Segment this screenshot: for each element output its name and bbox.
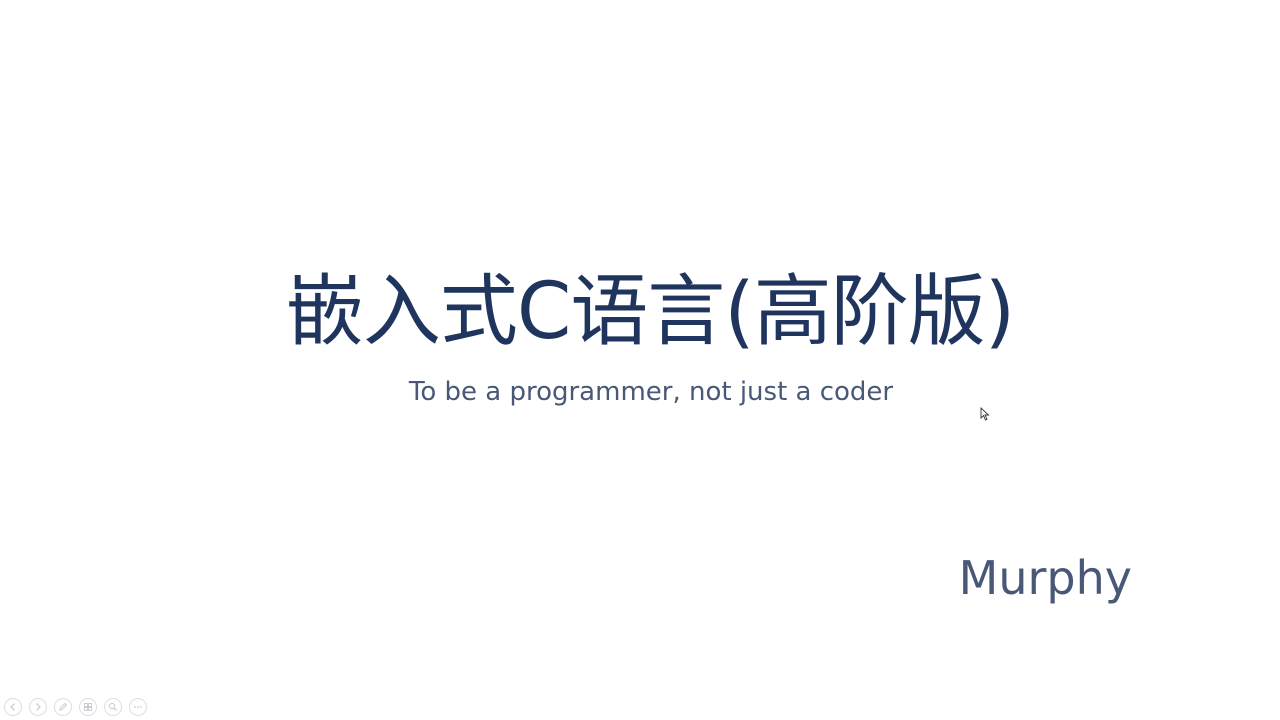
slides-grid-icon[interactable] [79, 698, 97, 716]
mouse-cursor-icon [980, 407, 990, 421]
slide-title: 嵌入式C语言(高阶版) [285, 267, 1015, 357]
slide-author: Murphy [958, 551, 1132, 605]
presentation-slide[interactable]: 嵌入式C语言(高阶版) To be a programmer, not just… [0, 0, 1280, 720]
zoom-icon[interactable] [104, 698, 122, 716]
pen-icon[interactable] [54, 698, 72, 716]
previous-icon[interactable] [4, 698, 22, 716]
slide-subtitle: To be a programmer, not just a coder [408, 377, 894, 407]
slideshow-toolbar [4, 698, 147, 716]
more-icon[interactable] [129, 698, 147, 716]
next-icon[interactable] [29, 698, 47, 716]
